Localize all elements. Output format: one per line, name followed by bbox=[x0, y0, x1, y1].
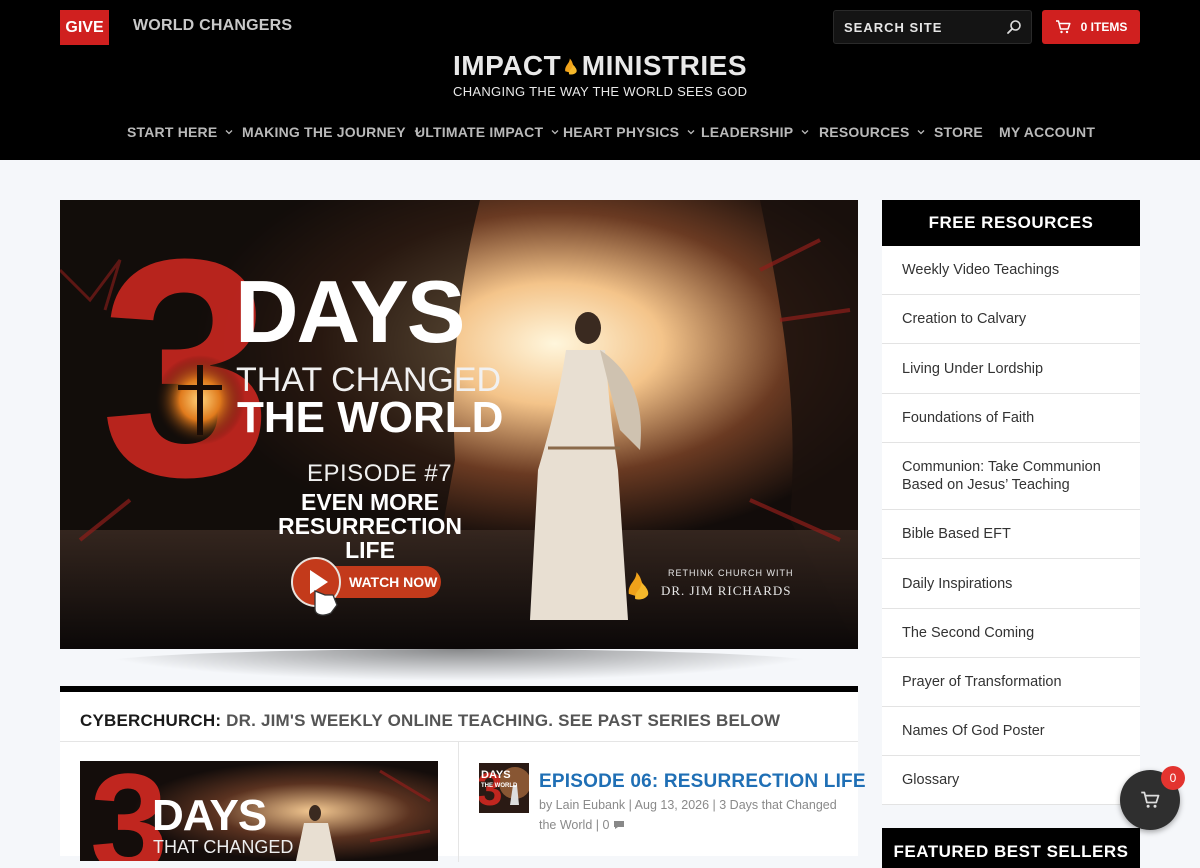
cyberchurch-section: CYBERCHURCH: DR. JIM'S WEEKLY ONLINE TEA… bbox=[60, 686, 866, 862]
cart-count-badge: 0 bbox=[1161, 766, 1185, 790]
chevron-down-icon bbox=[801, 130, 809, 135]
mini-days-text: DAYS bbox=[481, 769, 511, 781]
flame-icon bbox=[628, 572, 649, 600]
resource-link-glossary[interactable]: Glossary bbox=[882, 756, 1140, 805]
hero-subtitle-line2: RESURRECTION LIFE bbox=[277, 513, 462, 563]
rethink-line2: DR. JIM RICHARDS bbox=[661, 583, 792, 598]
hero-episode-label: EPISODE #7 bbox=[307, 460, 453, 487]
hero-the-world-text: THE WORLD bbox=[237, 393, 504, 442]
rethink-line1: RETHINK CHURCH WITH bbox=[668, 568, 794, 578]
post-meta: by Lain Eubank | Aug 13, 2026 | 3 Days t… bbox=[539, 795, 849, 835]
nav-label: MAKING THE JOURNEY bbox=[242, 124, 406, 140]
resource-link-second-coming[interactable]: The Second Coming bbox=[882, 609, 1140, 658]
column-divider bbox=[458, 742, 459, 862]
nav-label: LEADERSHIP bbox=[701, 124, 794, 140]
nav-leadership[interactable]: LEADERSHIP bbox=[701, 124, 809, 140]
resource-link-living-under-lordship[interactable]: Living Under Lordship bbox=[882, 344, 1140, 394]
watch-now-button[interactable]: WATCH NOW bbox=[291, 557, 445, 616]
chevron-down-icon bbox=[551, 130, 559, 135]
search-icon[interactable] bbox=[1006, 19, 1022, 35]
nav-label: RESOURCES bbox=[819, 124, 910, 140]
post-meta-text: by Lain Eubank | Aug 13, 2026 | 3 Days t… bbox=[539, 798, 837, 832]
resource-link-names-of-god[interactable]: Names Of God Poster bbox=[882, 707, 1140, 756]
nav-my-account[interactable]: MY ACCOUNT bbox=[999, 124, 1095, 140]
search-input[interactable] bbox=[834, 11, 1004, 43]
resource-link-daily-inspirations[interactable]: Daily Inspirations bbox=[882, 559, 1140, 609]
nav-making-the-journey[interactable]: MAKING THE JOURNEY bbox=[242, 124, 422, 140]
section-header: CYBERCHURCH: DR. JIM'S WEEKLY ONLINE TEA… bbox=[60, 692, 858, 742]
search-box bbox=[833, 10, 1032, 44]
chevron-down-icon bbox=[225, 130, 233, 135]
resource-link-prayer-of-transformation[interactable]: Prayer of Transformation bbox=[882, 658, 1140, 707]
section-title-rest: DR. JIM'S WEEKLY ONLINE TEACHING. SEE PA… bbox=[221, 711, 781, 730]
hero-subtitle-line1: EVEN MORE bbox=[300, 489, 440, 515]
featured-post-thumbnail[interactable]: 3 DAYS THAT CHANGED bbox=[80, 761, 438, 861]
site-logo[interactable]: IMPACT MINISTRIES CHANGING THE WAY THE W… bbox=[453, 50, 747, 102]
nav-label: ULTIMATE IMPACT bbox=[415, 124, 544, 140]
section-title: CYBERCHURCH: DR. JIM'S WEEKLY ONLINE TEA… bbox=[80, 711, 780, 731]
post-title-link[interactable]: EPISODE 06: RESURRECTION LIFE bbox=[539, 771, 866, 793]
logo-word-ministries: MINISTRIES bbox=[581, 50, 747, 81]
free-resources-widget: FREE RESOURCES Weekly Video Teachings Cr… bbox=[882, 200, 1140, 805]
resource-link-communion[interactable]: Communion: Take Communion Based on Jesus… bbox=[882, 443, 1140, 510]
free-resources-title: FREE RESOURCES bbox=[882, 200, 1140, 246]
nav-label: HEART PHYSICS bbox=[563, 124, 680, 140]
world-changers-link[interactable]: WORLD CHANGERS bbox=[133, 17, 292, 35]
nav-heart-physics[interactable]: HEART PHYSICS bbox=[563, 124, 695, 140]
nav-label: STORE bbox=[934, 124, 983, 140]
thumbnail-days-text: DAYS bbox=[152, 791, 267, 840]
hero-episode-title: EVEN MORE RESURRECTION LIFE bbox=[253, 490, 487, 562]
watch-now-label: WATCH NOW bbox=[349, 574, 438, 590]
chevron-down-icon bbox=[918, 130, 925, 135]
site-header: GIVE WORLD CHANGERS 0 ITEMS IMPACT MINIS… bbox=[0, 0, 1200, 160]
flame-icon bbox=[565, 58, 577, 75]
cart-icon bbox=[1141, 791, 1160, 808]
hero-banner[interactable]: 3 DAYS THAT CHANGED THE WORLD EPISODE #7… bbox=[60, 200, 858, 649]
main-nav: START HERE MAKING THE JOURNEY ULTIMATE I… bbox=[0, 118, 1200, 148]
hero-days-text: DAYS bbox=[235, 262, 465, 361]
logo-word-impact: IMPACT bbox=[453, 50, 562, 81]
resource-link-creation-to-calvary[interactable]: Creation to Calvary bbox=[882, 295, 1140, 344]
nav-start-here[interactable]: START HERE bbox=[127, 124, 233, 140]
cart-icon bbox=[1055, 20, 1071, 34]
comment-icon bbox=[613, 821, 624, 829]
resource-link-weekly-video[interactable]: Weekly Video Teachings bbox=[882, 246, 1140, 295]
resource-link-foundations-of-faith[interactable]: Foundations of Faith bbox=[882, 394, 1140, 443]
chevron-down-icon bbox=[687, 130, 695, 135]
nav-resources[interactable]: RESOURCES bbox=[819, 124, 925, 140]
post-mini-thumbnail[interactable]: 3 DAYS THE WORLD bbox=[479, 763, 529, 813]
nav-store[interactable]: STORE bbox=[934, 124, 983, 140]
cart-button[interactable]: 0 ITEMS bbox=[1042, 10, 1140, 44]
logo-tagline: CHANGING THE WAY THE WORLD SEES GOD bbox=[453, 84, 748, 99]
hero-shadow bbox=[90, 649, 830, 681]
hero-rethink-badge: RETHINK CHURCH WITH DR. JIM RICHARDS bbox=[625, 565, 815, 605]
cart-count-label: 0 ITEMS bbox=[1080, 20, 1128, 34]
section-title-bold: CYBERCHURCH: bbox=[80, 711, 222, 730]
best-sellers-title: FEATURED BEST SELLERS bbox=[882, 828, 1140, 868]
resource-link-bible-based-eft[interactable]: Bible Based EFT bbox=[882, 510, 1140, 559]
nav-label: START HERE bbox=[127, 124, 218, 140]
logo-wordmark: IMPACT MINISTRIES bbox=[453, 50, 747, 82]
mini-world-text: THE WORLD bbox=[481, 783, 518, 789]
nav-ultimate-impact[interactable]: ULTIMATE IMPACT bbox=[415, 124, 559, 140]
nav-label: MY ACCOUNT bbox=[999, 124, 1096, 140]
give-button[interactable]: GIVE bbox=[60, 10, 109, 45]
thumbnail-changed-text: THAT CHANGED bbox=[153, 837, 294, 857]
